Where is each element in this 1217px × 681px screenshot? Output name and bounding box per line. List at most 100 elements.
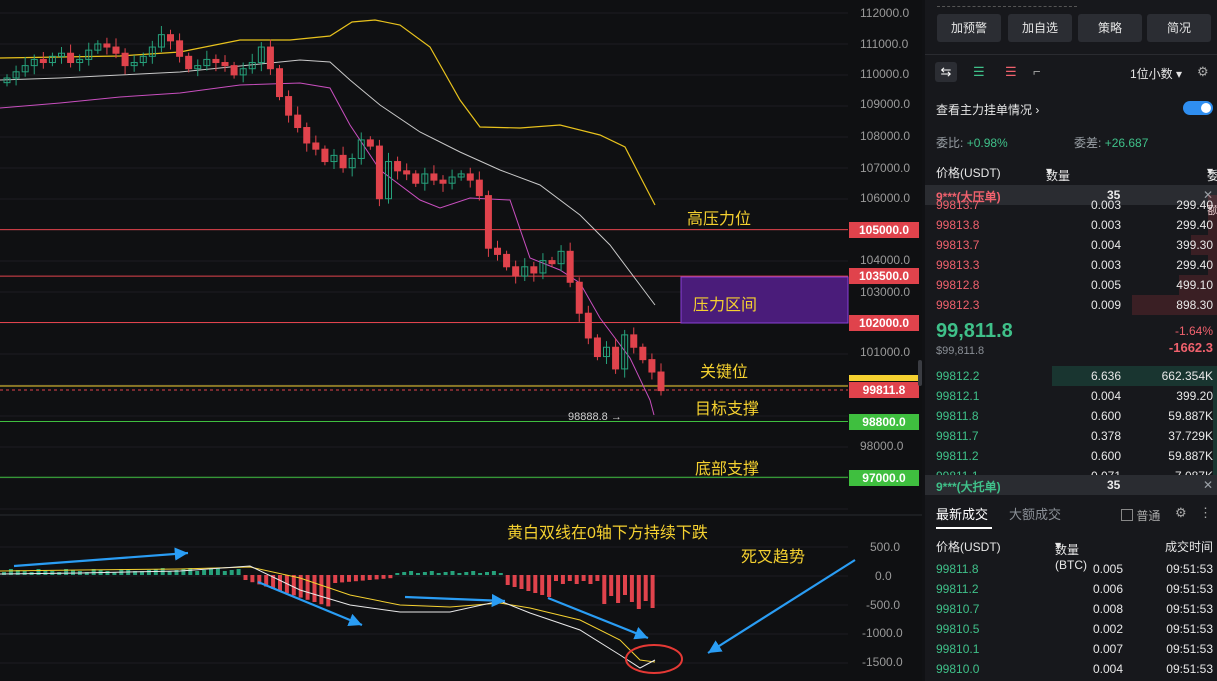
candle	[321, 148, 329, 163]
overview-button[interactable]: 简况	[1147, 14, 1211, 42]
boll-lower	[0, 82, 655, 416]
alert-button[interactable]: 加预警	[937, 14, 1001, 42]
chart-scroll-handle[interactable]	[918, 360, 922, 386]
row-total: 59.887K	[1168, 449, 1213, 463]
macd-axis-label: -1000.0	[862, 626, 903, 640]
bid-row[interactable]: 99811.2 0.600 59.887K	[925, 446, 1217, 466]
add-watchlist-button[interactable]: 加自选	[1008, 14, 1072, 42]
row-qty: 0.003	[1090, 258, 1121, 272]
row-price: 99812.2	[936, 369, 980, 383]
row-total: 299.40	[1176, 198, 1213, 212]
price-axis-label: 111000.0	[860, 37, 909, 51]
macd-bar	[457, 573, 462, 575]
depth-bar	[1213, 406, 1217, 426]
ask-row[interactable]: 99813.3 0.003 299.40	[925, 255, 1217, 275]
change-pct: -1.64%	[1174, 324, 1213, 338]
depth-bar	[1213, 386, 1217, 406]
ask-row[interactable]: 99813.7 0.003 299.40	[925, 195, 1217, 215]
macd-bar	[71, 570, 75, 575]
big-bid-row[interactable]: 9***(大托单) 35 ✕	[925, 475, 1217, 495]
more-icon[interactable]: ⋮	[1199, 505, 1212, 521]
trade-price: 99811.8	[936, 562, 979, 576]
price-axis-label: 108000.0	[860, 129, 911, 143]
macd-bar	[319, 575, 324, 605]
candle	[648, 359, 656, 373]
row-price: 99812.8	[936, 278, 980, 292]
divider	[925, 54, 1217, 55]
strategy-button[interactable]: 策略	[1078, 14, 1142, 42]
view-main-orders[interactable]: 查看主力挂单情况 ›	[936, 101, 1039, 118]
bid-row[interactable]: 99812.1 0.004 399.20	[925, 386, 1217, 406]
tab-large-trades[interactable]: 大额成交	[1009, 504, 1061, 523]
macd-bar	[202, 570, 207, 575]
last-price-usd: $99,811.8	[936, 345, 985, 357]
macd-bar	[236, 569, 241, 575]
macd-bar	[340, 575, 345, 583]
price-tag-98800: 98800.0	[849, 414, 919, 430]
price-tag-105000: 105000.0	[849, 222, 919, 238]
macd-bar	[519, 575, 524, 589]
row-price: 99812.3	[936, 298, 980, 312]
ask-row[interactable]: 99812.3 0.009 898.30	[925, 295, 1217, 315]
macd-bar	[547, 575, 552, 597]
bid-row[interactable]: 99811.7 0.378 37.729K	[925, 426, 1217, 446]
macd-bar	[429, 571, 434, 575]
macd-bar	[616, 575, 621, 603]
trade-qty: 0.005	[1092, 562, 1123, 576]
macd-bar	[326, 575, 331, 607]
macd-bar	[595, 575, 600, 581]
candle	[403, 170, 411, 175]
candle	[512, 266, 520, 277]
macd-bar	[450, 571, 455, 575]
macd-bar	[574, 575, 579, 584]
tab-latest-trades[interactable]: 最新成交	[936, 504, 988, 523]
close-icon[interactable]: ✕	[1203, 478, 1213, 492]
trend-arrow	[707, 559, 856, 654]
last-price: 99,811.8	[936, 320, 1013, 342]
macd-axis-label: 500.0	[870, 540, 901, 554]
candle	[167, 34, 174, 42]
settings-gear-icon[interactable]: ⚙	[1197, 64, 1209, 80]
row-qty: 0.009	[1090, 298, 1121, 312]
bid-row[interactable]: 99812.2 6.636 662.354K	[925, 366, 1217, 386]
macd-bar	[422, 572, 427, 575]
ask-row[interactable]: 99813.8 0.003 299.40	[925, 215, 1217, 235]
orderbook-layout-icon[interactable]: ⌐	[1033, 64, 1041, 79]
checkbox-icon	[1121, 509, 1133, 521]
macd-bar	[650, 575, 655, 608]
orderbook-both-icon[interactable]: ⇆	[935, 62, 957, 82]
tab-underline	[936, 527, 992, 529]
trades-header-qty[interactable]: 数量(BTC) ▾	[1055, 538, 1087, 572]
normal-checkbox[interactable]: 普通	[1121, 507, 1160, 524]
row-price: 99811.8	[936, 409, 979, 423]
candle	[103, 43, 111, 48]
trade-time: 09:51:53	[1166, 622, 1213, 636]
main-orders-toggle[interactable]	[1183, 101, 1213, 115]
macd-axis-label: -500.0	[866, 598, 901, 612]
orderbook-header: 价格(USDT) 数量 (BTC) ▾ 委托额 ▾	[925, 161, 1217, 217]
candle	[366, 139, 374, 147]
macd-bar	[278, 575, 282, 591]
header-price: 价格(USDT)	[936, 166, 1001, 180]
macd-bar	[409, 571, 414, 575]
macd-bar	[512, 575, 517, 587]
bid-row[interactable]: 99811.8 0.600 59.887K	[925, 406, 1217, 426]
candle	[475, 179, 483, 197]
depth-bar	[1213, 426, 1217, 446]
ask-row[interactable]: 99813.7 0.004 399.30	[925, 235, 1217, 255]
settings-gear-icon[interactable]: ⚙	[1175, 505, 1187, 521]
candle	[230, 65, 238, 76]
chart-canvas[interactable]	[0, 0, 922, 681]
header-qty[interactable]: 数量 (BTC) ▾	[1046, 164, 1078, 198]
orderbook-bids-icon[interactable]: ☰	[973, 64, 985, 80]
decimal-select[interactable]: 1位小数 ▾	[1130, 65, 1182, 82]
ask-row[interactable]: 99812.8 0.005 499.10	[925, 275, 1217, 295]
kline-chart[interactable]: 112000.0 111000.0 110000.0 109000.0 1080…	[0, 0, 922, 681]
candle	[630, 334, 638, 348]
header-total[interactable]: 委托额 ▾	[1207, 164, 1217, 217]
macd-bar	[609, 575, 614, 596]
annotation-high-pressure: 高压力位	[687, 211, 752, 228]
trade-qty: 0.004	[1092, 662, 1123, 676]
candle	[212, 58, 220, 64]
orderbook-asks-icon[interactable]: ☰	[1005, 64, 1017, 80]
